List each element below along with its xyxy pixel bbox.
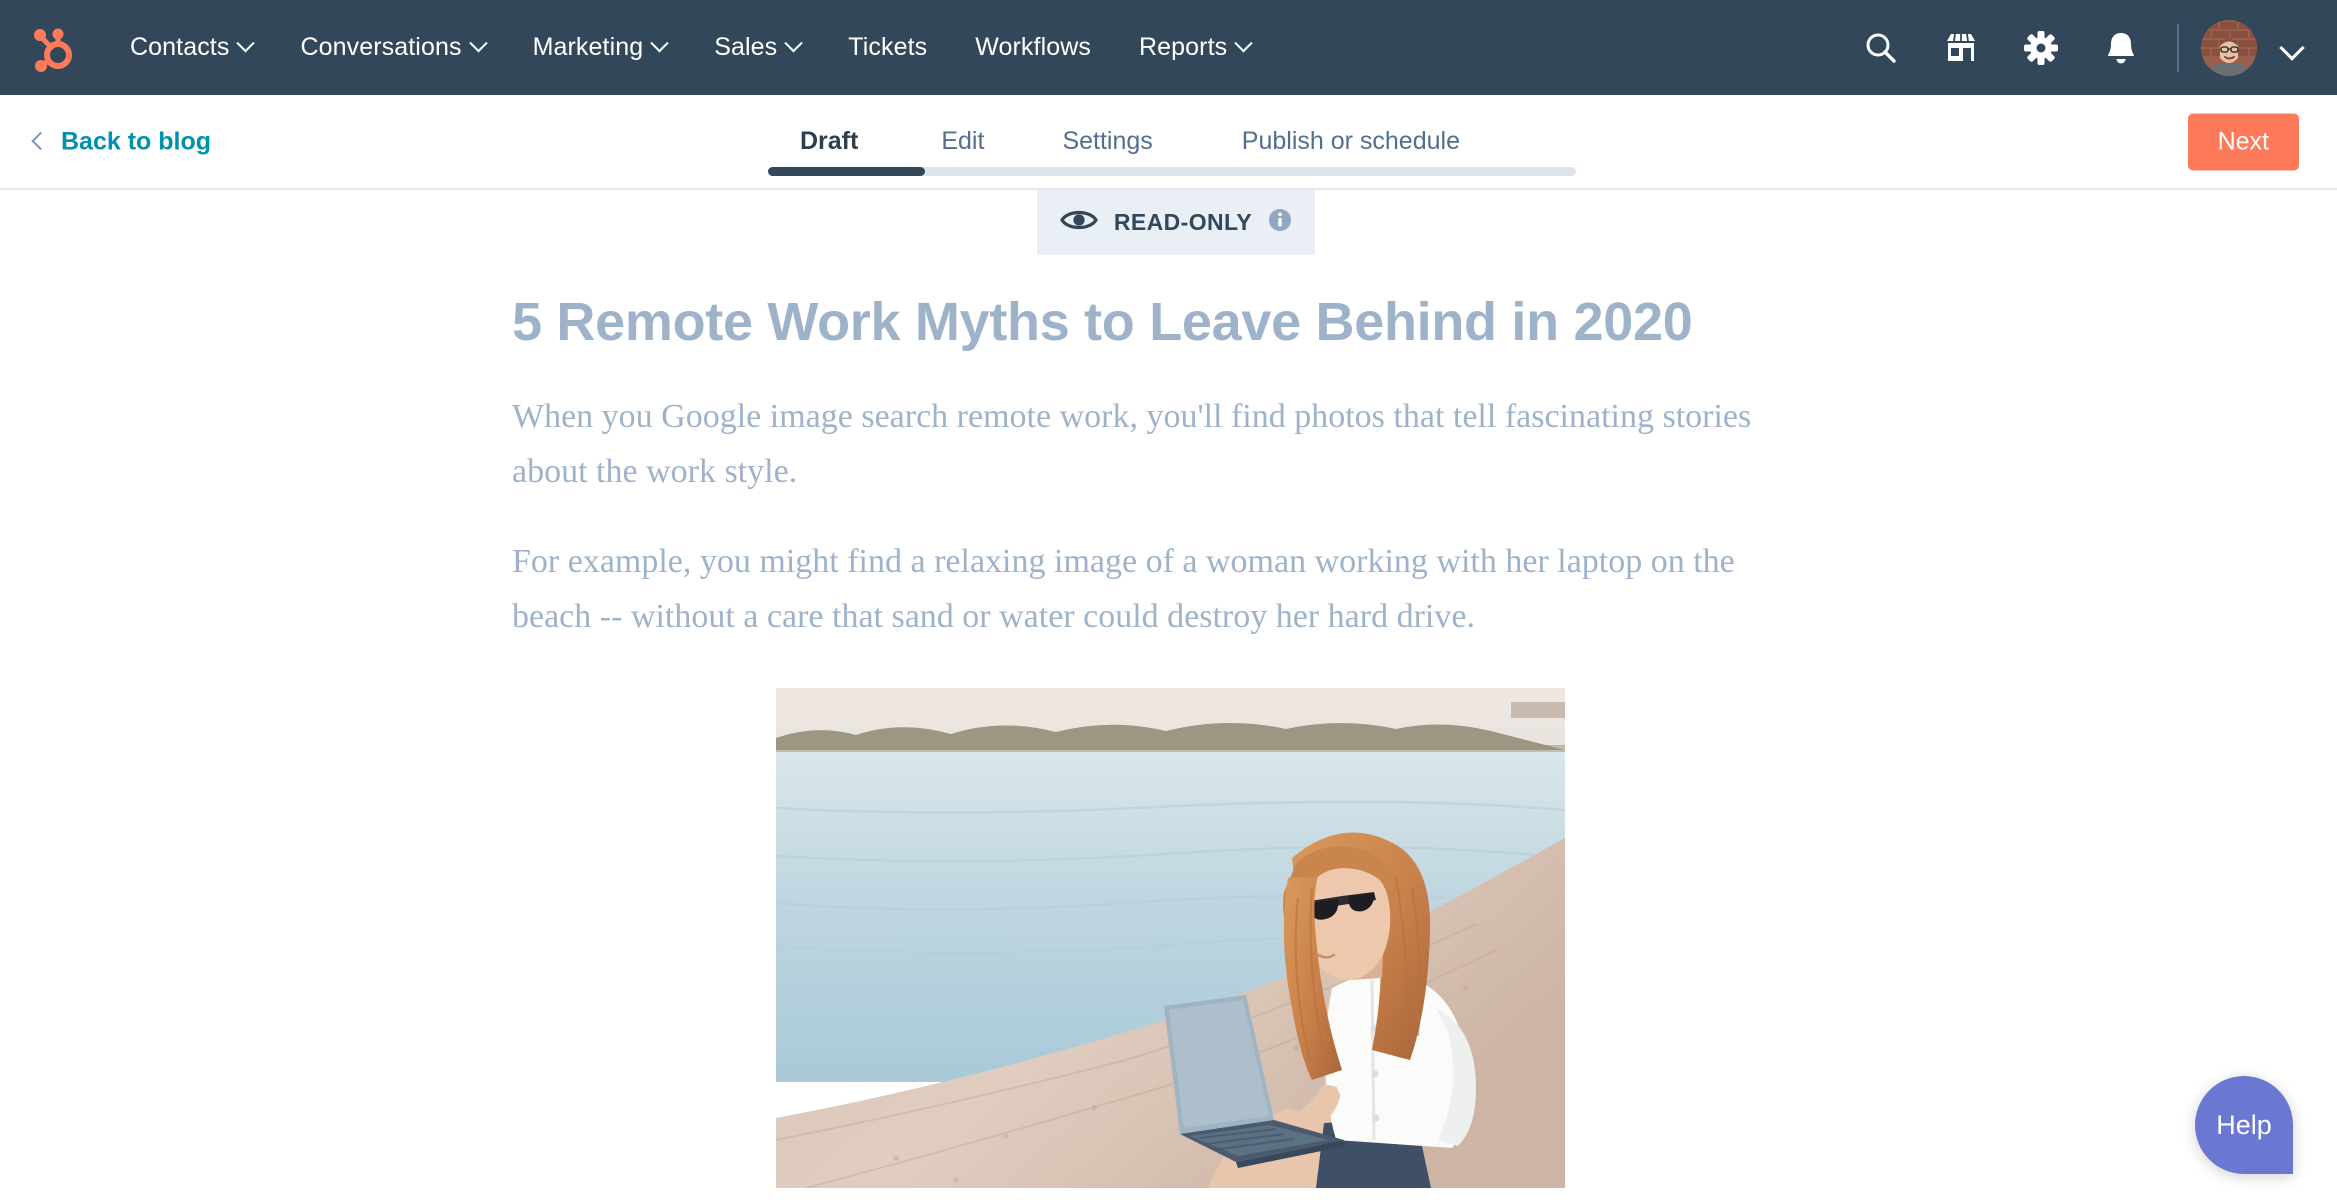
nav-item-contacts[interactable]: Contacts [106,23,276,72]
tab-edit[interactable]: Edit [941,127,984,156]
status-badge-row: READ-ONLY [0,190,2337,255]
chevron-down-icon [236,34,256,53]
nav-item-conversations[interactable]: Conversations [276,23,508,72]
article-paragraph: When you Google image search remote work… [512,397,1752,491]
avatar[interactable] [2201,19,2257,76]
tab-settings[interactable]: Settings [1062,127,1152,156]
chevron-left-icon [31,131,50,151]
back-to-blog-label: Back to blog [61,127,212,155]
editor-progress-fill [768,167,925,176]
nav-divider [2177,23,2179,72]
top-nav-actions [1841,0,2305,95]
back-to-blog-link[interactable]: Back to blog [31,127,212,156]
nav-item-label: Contacts [130,33,230,61]
nav-item-label: Conversations [300,33,462,61]
nav-item-label: Marketing [532,33,644,61]
nav-item-label: Reports [1138,33,1228,61]
marketplace-icon[interactable] [1921,0,2001,95]
status-badge-label: READ-ONLY [1113,209,1253,235]
nav-item-tickets[interactable]: Tickets [824,23,951,72]
chevron-down-icon[interactable] [2279,34,2305,61]
nav-item-marketing[interactable]: Marketing [509,23,691,72]
help-button[interactable]: Help [2195,1076,2293,1174]
next-button[interactable]: Next [2187,113,2299,170]
article-image [776,688,1565,1189]
gear-icon[interactable] [2001,0,2081,95]
status-badge[interactable]: READ-ONLY [1037,190,1315,255]
tab-draft[interactable]: Draft [800,127,858,156]
top-navigation-bar: Contacts Conversations Marketing Sales T… [0,0,2337,95]
chevron-down-icon [650,34,669,53]
chevron-down-icon [784,34,803,53]
search-icon[interactable] [1841,0,1921,95]
info-icon[interactable] [1268,208,1292,237]
nav-item-label: Workflows [975,33,1091,61]
page-title: 5 Remote Work Myths to Leave Behind in 2… [512,292,1693,352]
chevron-down-icon [1234,34,1253,53]
tab-publish-or-schedule[interactable]: Publish or schedule [1242,127,1460,156]
editor-progress-bar [768,167,1576,176]
hubspot-sprocket-icon[interactable] [28,22,80,74]
primary-nav-items: Contacts Conversations Marketing Sales T… [106,23,1274,72]
eye-icon [1060,207,1098,238]
nav-item-reports[interactable]: Reports [1115,23,1274,72]
bell-icon[interactable] [2081,0,2161,95]
nav-item-workflows[interactable]: Workflows [951,23,1115,72]
article-paragraph: For example, you might find a relaxing i… [512,542,1735,636]
nav-item-label: Sales [714,33,778,61]
nav-item-label: Tickets [848,33,928,61]
blog-post-preview: 5 Remote Work Myths to Leave Behind in 2… [0,255,2337,1189]
nav-item-sales[interactable]: Sales [690,23,824,72]
chevron-down-icon [468,34,488,53]
secondary-navigation-bar: Back to blog Draft Edit Settings Publish… [0,95,2337,190]
